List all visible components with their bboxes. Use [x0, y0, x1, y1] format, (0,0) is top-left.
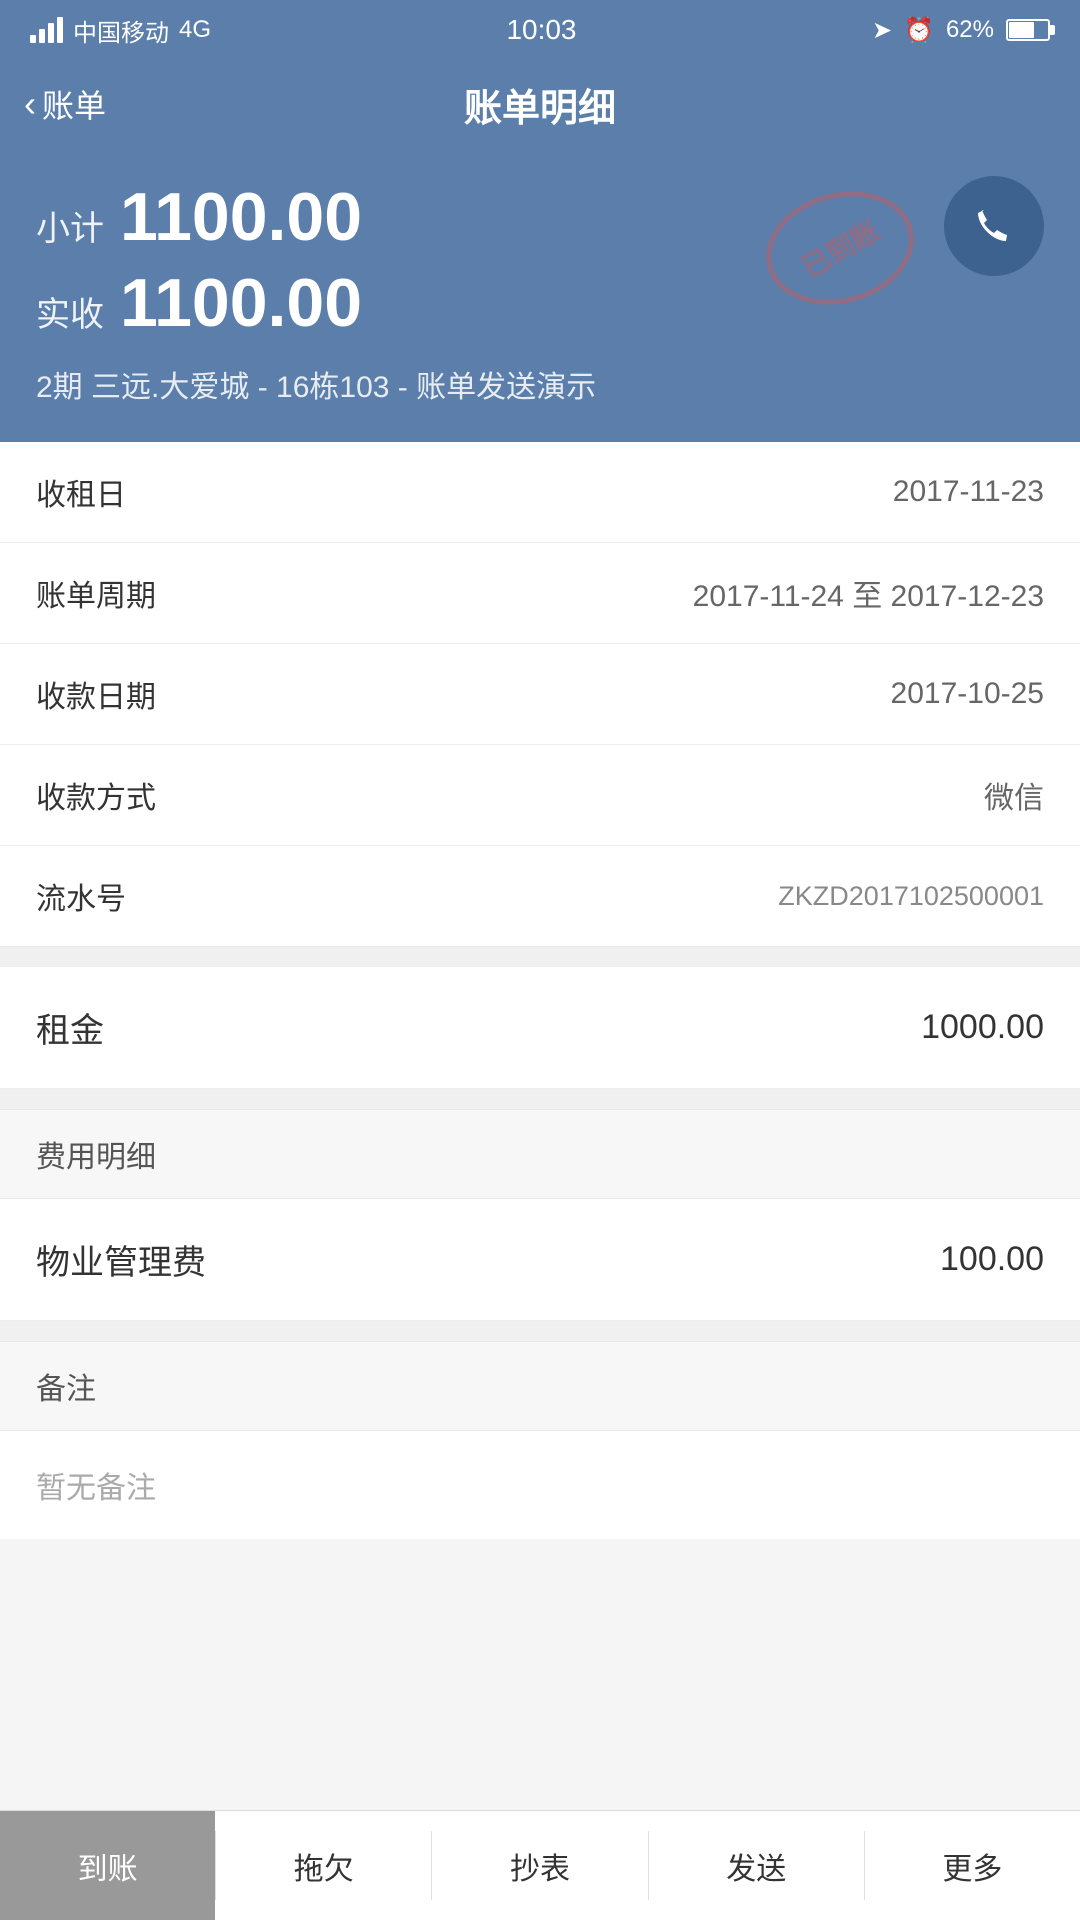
bottom-toolbar: 到账 拖欠 抄表 发送 更多	[0, 1810, 1080, 1920]
header-section: 小计 1100.00 实收 1100.00 2期 三远.大爱城 - 16栋103…	[0, 148, 1080, 442]
info-row-3: 收款方式 微信	[0, 745, 1080, 846]
info-label-1: 账单周期	[36, 571, 156, 615]
alarm-icon: ⏰	[904, 16, 934, 45]
network-label: 4G	[179, 16, 211, 44]
fee-items: 物业管理费 100.00	[0, 1199, 1080, 1321]
info-label-2: 收款日期	[36, 672, 156, 716]
info-label-0: 收租日	[36, 470, 126, 514]
phone-button[interactable]	[944, 176, 1044, 276]
status-right: ➤ ⏰ 62%	[872, 16, 1050, 45]
page-title: 账单明细	[464, 77, 616, 132]
remarks-header-label: 备注	[36, 1373, 96, 1406]
back-label: 账单	[42, 81, 106, 127]
stamp-overlay: 已到账	[760, 188, 920, 308]
info-label-3: 收款方式	[36, 773, 156, 817]
fee-header-label: 费用明细	[36, 1141, 156, 1174]
toolbar-btn-chaobiao[interactable]: 抄表	[432, 1811, 647, 1920]
toolbar-btn-fasong[interactable]: 发送	[649, 1811, 864, 1920]
fee-item-value-0: 100.00	[940, 1240, 1044, 1279]
rent-value: 1000.00	[921, 1008, 1044, 1047]
separator-3	[0, 1321, 1080, 1341]
stamp-text: 已到账	[794, 210, 887, 287]
info-row-4: 流水号 ZKZD2017102500001	[0, 846, 1080, 946]
status-time: 10:03	[506, 14, 576, 46]
separator-2	[0, 1089, 1080, 1109]
stamp-circle: 已到账	[753, 175, 926, 320]
signal-icon	[30, 17, 63, 43]
info-value-3: 微信	[984, 773, 1044, 817]
rent-row: 租金 1000.00	[0, 967, 1080, 1089]
remarks-header: 备注	[0, 1341, 1080, 1431]
rent-section: 租金 1000.00	[0, 967, 1080, 1089]
info-row-0: 收租日 2017-11-23	[0, 442, 1080, 543]
remarks-content: 暂无备注	[0, 1431, 1080, 1539]
info-row-2: 收款日期 2017-10-25	[0, 644, 1080, 745]
actual-amount: 1100.00	[120, 264, 362, 342]
back-button[interactable]: ‹ 账单	[24, 81, 106, 127]
info-value-0: 2017-11-23	[893, 475, 1044, 509]
info-row-1: 账单周期 2017-11-24 至 2017-12-23	[0, 543, 1080, 644]
toolbar-btn-daozhan[interactable]: 到账	[0, 1811, 215, 1920]
info-section: 收租日 2017-11-23 账单周期 2017-11-24 至 2017-12…	[0, 442, 1080, 947]
subtotal-label: 小计	[36, 201, 104, 250]
actual-label: 实收	[36, 287, 104, 336]
fee-section: 费用明细 物业管理费 100.00	[0, 1109, 1080, 1321]
info-value-2: 2017-10-25	[891, 677, 1044, 711]
toolbar-btn-tuoqian[interactable]: 拖欠	[216, 1811, 431, 1920]
rent-label: 租金	[36, 1003, 104, 1052]
separator-1	[0, 947, 1080, 967]
status-left: 中国移动 4G	[30, 13, 211, 48]
toolbar-btn-more[interactable]: 更多	[865, 1811, 1080, 1920]
back-arrow-icon: ‹	[24, 83, 36, 125]
fee-item-row-0: 物业管理费 100.00	[0, 1199, 1080, 1321]
carrier-label: 中国移动	[73, 13, 169, 48]
header-subtitle: 2期 三远.大爱城 - 16栋103 - 账单发送演示	[36, 362, 1044, 406]
subtotal-amount: 1100.00	[120, 178, 362, 256]
info-value-1: 2017-11-24 至 2017-12-23	[693, 571, 1044, 615]
battery-icon	[1006, 19, 1050, 41]
info-label-4: 流水号	[36, 874, 126, 918]
fee-header-row: 费用明细	[0, 1109, 1080, 1199]
location-icon: ➤	[872, 16, 892, 45]
status-bar: 中国移动 4G 10:03 ➤ ⏰ 62%	[0, 0, 1080, 60]
nav-bar: ‹ 账单 账单明细	[0, 60, 1080, 148]
phone-icon	[968, 200, 1020, 252]
bottom-spacer	[0, 1539, 1080, 1669]
remarks-section: 备注 暂无备注	[0, 1341, 1080, 1539]
fee-item-label-0: 物业管理费	[36, 1235, 206, 1284]
info-value-4: ZKZD2017102500001	[778, 881, 1044, 912]
battery-label: 62%	[946, 16, 994, 44]
